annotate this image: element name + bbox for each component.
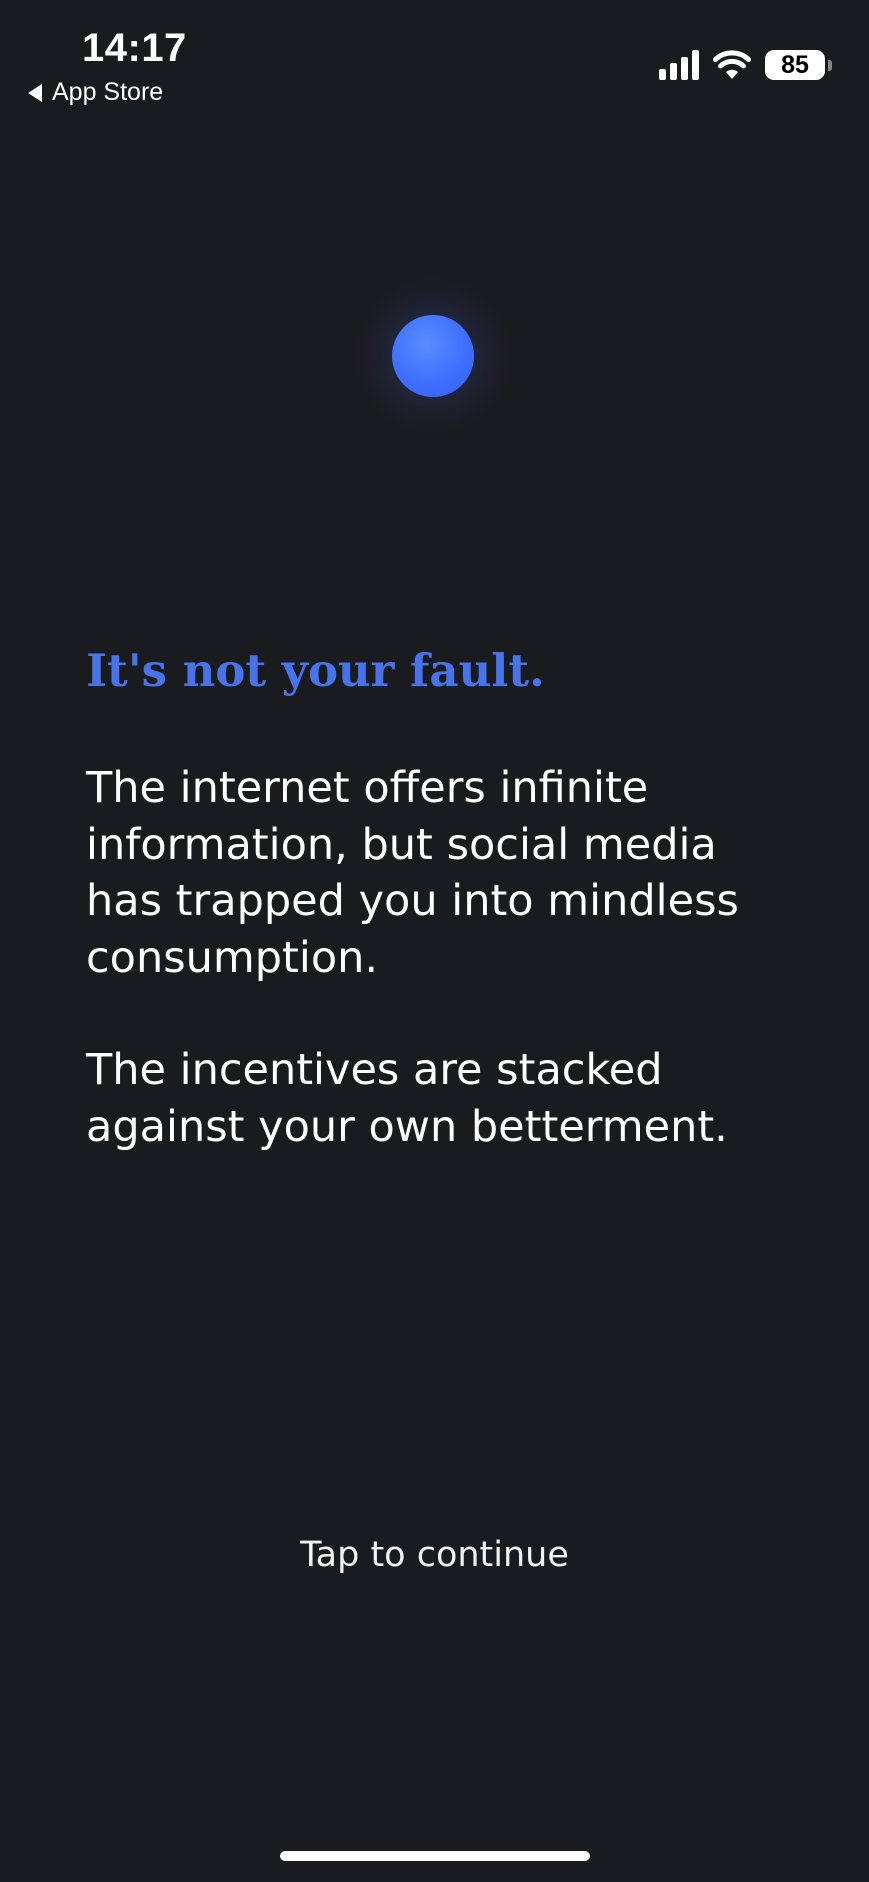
battery-icon: 85 bbox=[765, 50, 832, 80]
home-indicator[interactable] bbox=[280, 1851, 590, 1861]
wifi-icon bbox=[713, 50, 751, 79]
cellular-signal-icon bbox=[659, 50, 699, 80]
tap-to-continue-button[interactable]: Tap to continue bbox=[0, 1535, 869, 1575]
body-paragraph-2: The incentives are stacked against your … bbox=[86, 1045, 728, 1152]
back-link-label: App Store bbox=[52, 78, 164, 106]
back-to-app-store-link[interactable]: App Store bbox=[28, 78, 163, 107]
battery-level: 85 bbox=[781, 50, 809, 79]
status-time: 14:17 bbox=[82, 26, 187, 70]
glowing-orb-icon bbox=[392, 315, 474, 397]
headline: It's not your fault. bbox=[86, 644, 545, 697]
status-indicators: 85 bbox=[659, 50, 832, 80]
body-paragraph-1: The internet offers infinite information… bbox=[86, 763, 739, 983]
back-arrow-icon bbox=[28, 83, 42, 102]
